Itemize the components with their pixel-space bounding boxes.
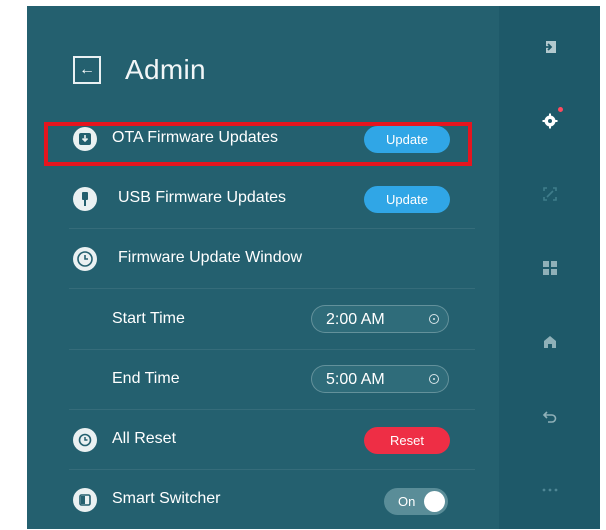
exit-icon[interactable]: [534, 31, 566, 63]
smart-switcher-row: Smart Switcher On: [27, 470, 499, 530]
start-time-label: Start Time: [112, 310, 185, 327]
usb-update-button[interactable]: Update: [364, 186, 450, 213]
settings-icon[interactable]: [534, 105, 566, 137]
page-title: Admin: [125, 54, 206, 85]
end-time-row: End Time 5:00 AM: [27, 350, 499, 410]
start-time-row: Start Time 2:00 AM: [27, 290, 499, 350]
end-time-picker[interactable]: 5:00 AM: [311, 365, 449, 393]
start-time-picker[interactable]: 2:00 AM: [311, 305, 449, 333]
clock-icon: [429, 374, 439, 384]
usb-firmware-row: USB Firmware Updates Update: [27, 169, 499, 229]
switcher-icon: [73, 488, 97, 512]
divider: [69, 288, 475, 289]
all-reset-row: All Reset Reset: [27, 410, 499, 470]
home-icon[interactable]: [534, 326, 566, 358]
smart-switcher-toggle[interactable]: On: [384, 488, 448, 515]
screen-share-icon[interactable]: [534, 178, 566, 210]
usb-icon: [73, 187, 97, 211]
more-icon[interactable]: [534, 474, 566, 506]
update-window-row: Firmware Update Window: [27, 229, 499, 289]
admin-screen: ← Admin OTA Firmware Updates Update USB …: [27, 6, 600, 529]
toggle-state-label: On: [398, 494, 416, 509]
clock-icon: [429, 314, 439, 324]
reset-history-icon: [73, 428, 97, 452]
toggle-knob: [424, 491, 445, 512]
reset-button[interactable]: Reset: [364, 427, 450, 454]
highlight-box: [44, 122, 472, 166]
header: ← Admin: [73, 50, 206, 90]
notification-dot: [558, 107, 563, 112]
back-button[interactable]: ←: [73, 56, 101, 84]
usb-firmware-label: USB Firmware Updates: [118, 189, 287, 206]
end-time-label: End Time: [112, 370, 180, 387]
start-time-value: 2:00 AM: [326, 311, 385, 328]
smart-switcher-label: Smart Switcher: [112, 490, 221, 507]
clock-icon: [73, 247, 97, 271]
end-time-value: 5:00 AM: [326, 371, 385, 388]
back-icon[interactable]: [534, 400, 566, 432]
arrow-left-icon: ←: [79, 61, 95, 78]
admin-panel: ← Admin OTA Firmware Updates Update USB …: [27, 6, 499, 529]
update-window-label: Firmware Update Window: [118, 249, 303, 266]
all-reset-label: All Reset: [112, 430, 177, 447]
right-rail: [499, 6, 600, 529]
apps-grid-icon[interactable]: [534, 252, 566, 284]
